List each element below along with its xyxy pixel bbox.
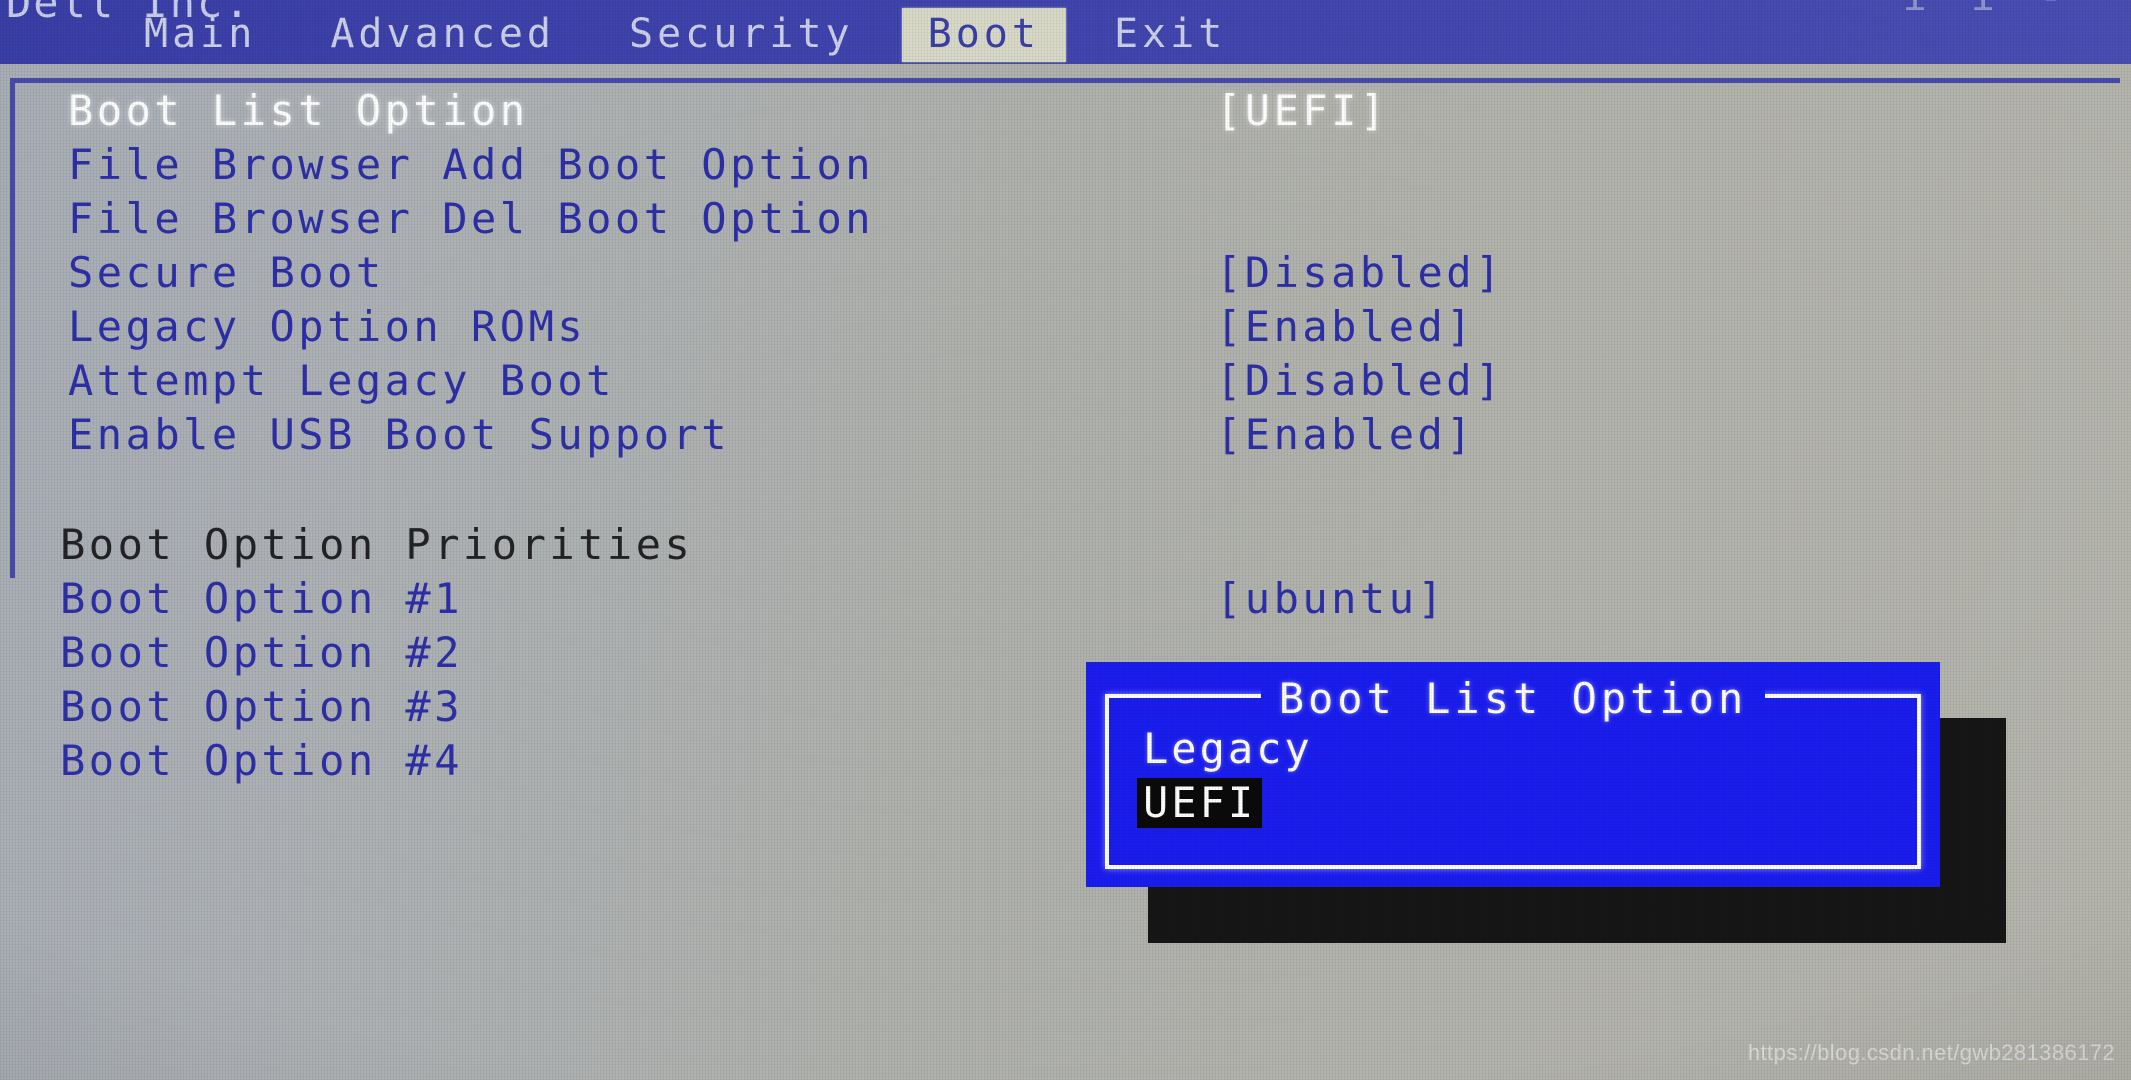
bios-title-bar: Dell Inc. i i - Main Advanced Security B… [0,0,2131,64]
row-attempt-legacy-boot[interactable]: Attempt Legacy Boot [Disabled] [0,356,2131,410]
row-label: Boot Option #1 [60,574,464,623]
row-boot-list-option[interactable]: Boot List Option [UEFI] [0,86,2131,140]
row-value[interactable]: [Enabled] [1216,410,1475,460]
dialog-frame: Boot List Option Legacy UEFI [1105,674,1921,869]
row-secure-boot[interactable]: Secure Boot [Disabled] [0,248,2131,302]
oem-right-label: i i - [1903,0,2073,20]
tab-advanced[interactable]: Advanced [304,8,581,62]
dialog-option-uefi[interactable]: UEFI [1137,778,1263,828]
row-label: Boot Option #2 [60,628,464,677]
row-label: Boot Option #4 [60,736,464,785]
tab-exit[interactable]: Exit [1088,8,1252,62]
heading-label: Boot Option Priorities [60,520,694,569]
row-file-browser-add-boot-option[interactable]: File Browser Add Boot Option [0,140,2131,194]
row-value[interactable]: [Enabled] [1216,302,1475,352]
row-enable-usb-boot-support[interactable]: Enable USB Boot Support [Enabled] [0,410,2131,464]
row-label: Attempt Legacy Boot [68,356,615,405]
bios-menu-bar: Main Advanced Security Boot Exit [0,6,1263,64]
row-label: Secure Boot [68,248,385,297]
row-value[interactable]: [Disabled] [1216,356,1504,406]
row-label: File Browser Del Boot Option [68,194,875,243]
row-label: Enable USB Boot Support [68,410,731,459]
tab-security[interactable]: Security [603,8,880,62]
row-value[interactable]: [Disabled] [1216,248,1504,298]
tab-boot[interactable]: Boot [901,8,1066,62]
row-value[interactable]: [UEFI] [1216,86,1389,136]
boot-list-option-dialog[interactable]: Boot List Option Legacy UEFI [1086,662,1940,887]
dialog-option-legacy[interactable]: Legacy [1137,724,1319,774]
bios-setup-screen: Dell Inc. i i - Main Advanced Security B… [0,0,2131,1080]
row-label: Boot List Option [68,86,529,135]
row-label: Legacy Option ROMs [68,302,587,351]
tab-main[interactable]: Main [118,8,282,62]
row-label: Boot Option #3 [60,682,464,731]
heading-boot-option-priorities: Boot Option Priorities [0,520,2131,574]
row-label: File Browser Add Boot Option [68,140,875,189]
watermark-text: https://blog.csdn.net/gwb281386172 [1747,1040,2115,1065]
row-boot-option-1[interactable]: Boot Option #1 [ubuntu] [0,574,2131,628]
row-value[interactable]: [ubuntu] [1216,574,1446,624]
row-file-browser-del-boot-option[interactable]: File Browser Del Boot Option [0,194,2131,248]
row-legacy-option-roms[interactable]: Legacy Option ROMs [Enabled] [0,302,2131,356]
dialog-title-text: Boot List Option [1260,674,1766,723]
dialog-title: Boot List Option [1109,674,1917,723]
